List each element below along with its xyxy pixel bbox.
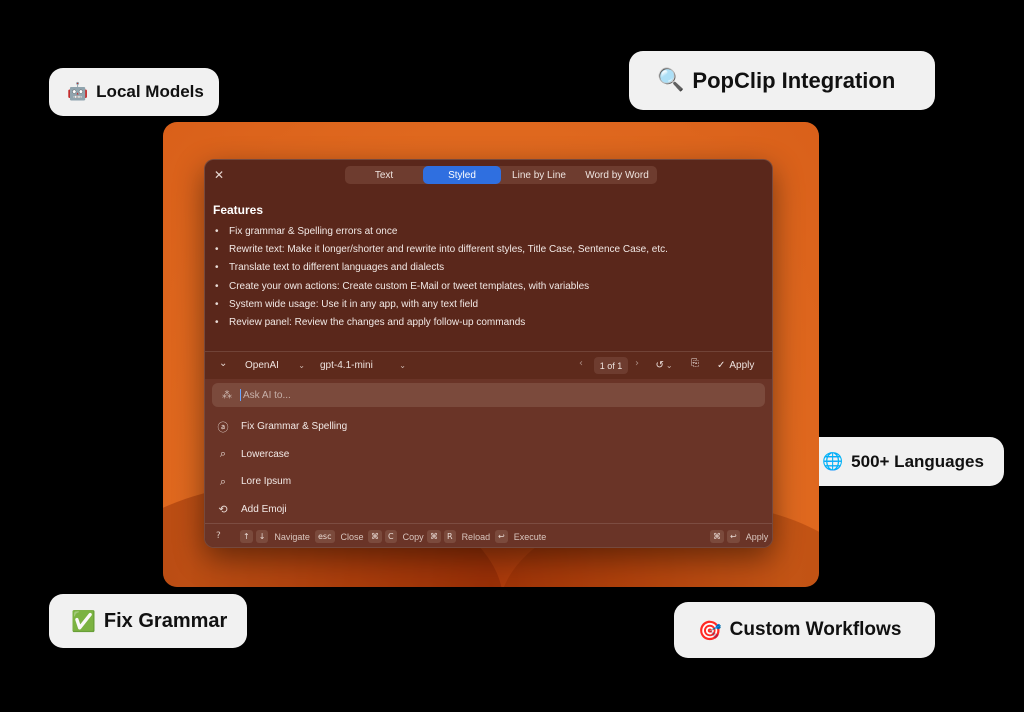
action-label: Fix Grammar & Spelling (241, 421, 348, 433)
key-return: ↩ (495, 530, 508, 543)
document-title: Features (213, 203, 264, 217)
robot-icon: 🤖 (67, 82, 89, 102)
review-panel: ✕ Text Styled Line by Line Word by Word … (205, 160, 772, 351)
previous-icon[interactable]: ‹ (579, 358, 583, 369)
local-models-label: Local Models (96, 82, 204, 101)
ask-ai-field[interactable]: ⁂ (212, 383, 765, 407)
emoji-icon: ⟲ (218, 502, 228, 516)
shortcut-reload: ⌘ R Reload (427, 530, 490, 543)
languages-label: 500+ Languages (851, 451, 984, 471)
tab-styled[interactable]: Styled (423, 166, 501, 184)
action-lowercase[interactable]: ⌕ Lowercase (215, 441, 347, 469)
feature-list: • Fix grammar & Spelling errors at once •… (215, 223, 765, 332)
shortcut-label: Close (340, 531, 364, 542)
custom-workflows-badge: 🎯 Custom Workflows (674, 602, 935, 658)
model-select[interactable]: gpt-4.1-mini ⌄ (314, 357, 412, 374)
popclip-badge: 🔍 PopClip Integration (629, 51, 935, 110)
provider-value: OpenAI (245, 360, 279, 371)
checkmark-icon: ✅ (71, 609, 96, 633)
copy-icon[interactable]: ⎘ (691, 358, 699, 369)
tab-text[interactable]: Text (345, 166, 423, 184)
list-item: • Fix grammar & Spelling errors at once (215, 226, 398, 237)
history-button[interactable]: ↺ ⌄ (651, 357, 677, 374)
review-toolbar: ⌄ OpenAI ⌄ gpt-4.1-mini ⌄ ‹ 1 of 1 › ↺ ⌄… (205, 351, 772, 379)
collapse-chevron-icon[interactable]: ⌄ (219, 358, 227, 369)
tab-line-by-line[interactable]: Line by Line (501, 166, 577, 184)
shortcut-label: Copy (402, 531, 424, 542)
list-item: • Create your own actions: Create custom … (215, 280, 590, 292)
review-window: ✕ Text Styled Line by Line Word by Word … (204, 159, 773, 548)
languages-badge: 🌐 500+ Languages (818, 437, 1004, 486)
page-indicator: 1 of 1 (594, 357, 628, 374)
text-caret (240, 389, 241, 401)
custom-workflows-label: Custom Workflows (729, 619, 902, 640)
local-models-badge: 🤖 Local Models (49, 68, 219, 116)
shortcut-close: esc Close (315, 530, 364, 543)
shortcut-label: Reload (461, 531, 491, 542)
magnifier-icon: 🔍 (657, 68, 685, 93)
provider-select[interactable]: OpenAI ⌄ (239, 357, 311, 374)
list-item: • Review panel: Review the changes and ap… (215, 316, 526, 328)
key-command: ⌘ (427, 530, 441, 543)
help-icon[interactable]: ? (216, 531, 221, 541)
ask-ai-input[interactable] (243, 389, 643, 401)
next-icon[interactable]: › (635, 358, 639, 369)
action-lorem-ipsum[interactable]: ⌕ Lore Ipsum (215, 468, 347, 496)
shortcut-label: Navigate (274, 531, 310, 542)
key-return: ↩ (727, 530, 740, 543)
action-label: Add Emoji (241, 503, 287, 515)
lowercase-icon: ⌕ (219, 447, 227, 461)
popclip-label: PopClip Integration (692, 67, 896, 93)
tab-word-by-word[interactable]: Word by Word (577, 166, 657, 184)
globe-icon: 🌐 (822, 451, 844, 472)
view-mode-tabs: Text Styled Line by Line Word by Word (345, 166, 657, 184)
fix-grammar-badge: ✅ Fix Grammar (49, 594, 247, 648)
action-list: ⓐ Fix Grammar & Spelling ⌕ Lowercase ⌕ L… (215, 413, 348, 524)
history-icon: ↺ (655, 360, 664, 371)
action-label: Lore Ipsum (241, 476, 292, 488)
key-down: ↓ (255, 530, 269, 543)
apply-button[interactable]: ✓ Apply (717, 357, 754, 374)
key-r: R (444, 530, 456, 543)
grammar-icon: ⓐ (217, 420, 229, 434)
shortcut-copy: ⌘ C Copy (368, 530, 424, 543)
check-icon: ✓ (717, 360, 726, 371)
key-up: ↑ (240, 530, 253, 543)
shortcut-label: Apply (745, 531, 769, 542)
action-label: Lowercase (241, 448, 290, 460)
shortcut-bar: ? ↑ ↓ Navigate esc Close ⌘ C Copy ⌘ R Re… (205, 523, 772, 547)
shortcut-apply: ⌘ ↩ Apply (710, 530, 768, 543)
list-item: • Rewrite text: Make it longer/shorter an… (215, 244, 668, 256)
model-value: gpt-4.1-mini (320, 360, 373, 371)
chevron-down-icon: ⌄ (298, 361, 305, 370)
shortcut-execute: ↩ Execute (495, 530, 546, 543)
action-add-emoji[interactable]: ⟲ Add Emoji (215, 496, 347, 524)
list-item: • System wide usage: Use it in any app, w… (215, 298, 479, 310)
fix-grammar-label: Fix Grammar (103, 609, 228, 632)
magic-wand-icon: ⁂ (222, 389, 232, 401)
target-icon: 🎯 (698, 619, 722, 642)
lorem-icon: ⌕ (219, 474, 227, 488)
shortcut-label: Execute (513, 531, 547, 542)
chevron-down-icon: ⌄ (665, 361, 673, 370)
chevron-down-icon: ⌄ (399, 361, 406, 370)
key-c: C (385, 530, 397, 543)
command-panel: ⁂ ⓐ Fix Grammar & Spelling ⌕ Lowercase ⌕… (205, 379, 772, 547)
key-command: ⌘ (368, 530, 382, 543)
apply-label: Apply (729, 360, 755, 371)
shortcut-navigate: ↑ ↓ Navigate (240, 530, 310, 543)
key-command: ⌘ (710, 530, 724, 543)
close-icon[interactable]: ✕ (214, 168, 224, 182)
list-item: • Translate text to different languages a… (215, 262, 445, 274)
action-fix-grammar[interactable]: ⓐ Fix Grammar & Spelling (215, 413, 348, 441)
key-esc: esc (315, 530, 335, 543)
